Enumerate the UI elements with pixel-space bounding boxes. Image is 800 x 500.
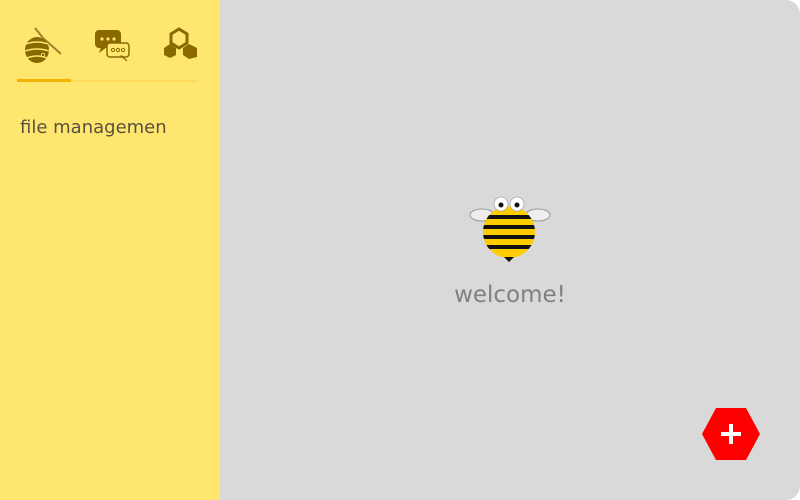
chat-bubbles-icon bbox=[89, 20, 131, 64]
tab-chat[interactable] bbox=[83, 20, 137, 72]
sidebar-item-file-management[interactable]: file managemen bbox=[20, 117, 167, 138]
bee-icon bbox=[468, 194, 552, 264]
active-tab-indicator bbox=[17, 79, 71, 82]
add-button[interactable] bbox=[701, 407, 761, 461]
sidebar: file managemen bbox=[0, 0, 220, 500]
beehive-icon bbox=[23, 20, 65, 64]
tab-honeycomb[interactable] bbox=[149, 20, 203, 72]
sidebar-tabbar bbox=[17, 20, 198, 82]
honeycomb-icon bbox=[155, 20, 197, 64]
app-window: file managemen welcome! bbox=[0, 0, 800, 500]
welcome-message: welcome! bbox=[454, 282, 566, 308]
tab-beehive[interactable] bbox=[17, 20, 71, 72]
